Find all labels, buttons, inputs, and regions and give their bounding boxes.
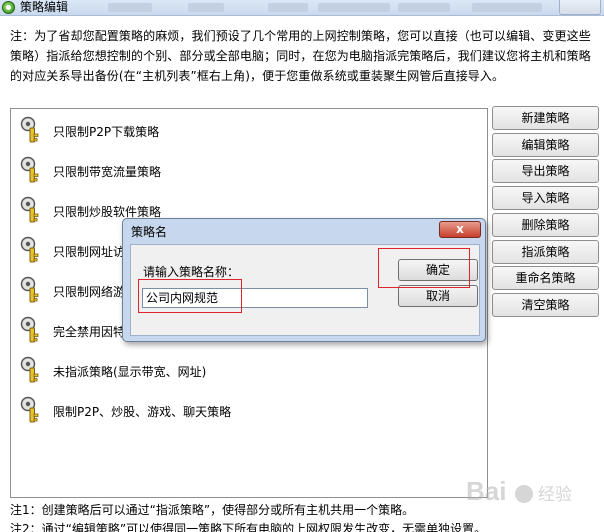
import-policy-button[interactable]: 导入策略 (492, 186, 599, 211)
blurred-text (268, 3, 308, 12)
blurred-text (398, 3, 450, 12)
key-icon (19, 196, 41, 226)
dialog-prompt: 请输入策略名称： (143, 265, 240, 279)
policy-label: 只限制网址访 (53, 244, 126, 259)
export-policy-button[interactable]: 导出策略 (492, 159, 599, 184)
key-icon (19, 236, 41, 266)
blurred-text (472, 3, 542, 12)
key-icon (19, 116, 41, 146)
window-title: 策略编辑 (20, 0, 69, 14)
policy-label: 未指派策略(显示带宽、网址) (53, 364, 207, 379)
baidu-jingyan-watermark-icon: Bai 经验 (466, 476, 572, 506)
policy-list-item[interactable]: 只限制P2P下载策略 (19, 113, 159, 149)
key-icon (19, 316, 41, 346)
cancel-button[interactable]: 取消 (398, 285, 478, 307)
policy-list-item[interactable]: 未指派策略(显示带宽、网址) (19, 353, 206, 389)
rename-policy-button[interactable]: 重命名策略 (492, 266, 599, 291)
dialog-close-button[interactable]: x (439, 221, 481, 238)
key-icon (19, 356, 41, 386)
policy-list-item[interactable]: 只限制网址访 (19, 233, 125, 269)
policy-list-item[interactable]: 只限制带宽流量策略 (19, 153, 161, 189)
clear-policy-button[interactable]: 清空策略 (492, 292, 599, 317)
policy-label: 限制P2P、炒股、游戏、聊天策略 (53, 404, 232, 419)
key-icon (19, 396, 41, 426)
bottom-note-1: 注1：创建策略后可以通过“指派策略”，使得部分或所有主机共用一个策略。 (10, 503, 415, 517)
assign-policy-button[interactable]: 指派策略 (492, 239, 599, 264)
instruction-note: 注：为了省却您配置策略的麻烦，我们预设了几个常用的上网控制策略，您可以直接（也可… (10, 29, 591, 83)
delete-policy-button[interactable]: 删除策略 (492, 212, 599, 237)
policy-list-item[interactable]: 只限制网络游 (19, 273, 125, 309)
highlight-box-input (138, 279, 242, 313)
edit-policy-button[interactable]: 编辑策略 (492, 132, 599, 157)
window-close-button[interactable] (559, 0, 601, 15)
blurred-text (188, 3, 224, 12)
blurred-text (108, 3, 152, 12)
policy-list-item[interactable]: 限制P2P、炒股、游戏、聊天策略 (19, 393, 231, 429)
svg-text:经验: 经验 (538, 485, 572, 505)
policy-list-item[interactable]: 完全禁用因特 (19, 313, 125, 349)
bottom-note-2: 注2：通过“编辑策略”可以使得同一策略下所有电脑的上网权限发生改变，无需单独设置… (10, 522, 487, 532)
policy-label: 只限制网络游 (53, 284, 126, 299)
blurred-text (318, 3, 390, 12)
title-bar: 策略编辑 (0, 0, 604, 16)
policy-label: 只限制P2P下载策略 (53, 124, 160, 139)
policy-label: 只限制带宽流量策略 (53, 164, 162, 179)
dialog-title: 策略名 (131, 225, 168, 239)
policy-label: 完全禁用因特 (53, 324, 126, 339)
svg-text:Bai: Bai (466, 476, 506, 506)
policy-label: 只限制炒股软件策略 (53, 204, 162, 219)
highlight-box-ok (378, 248, 470, 288)
app-icon (2, 1, 15, 14)
key-icon (19, 276, 41, 306)
key-icon (19, 156, 41, 186)
new-policy-button[interactable]: 新建策略 (492, 106, 599, 130)
